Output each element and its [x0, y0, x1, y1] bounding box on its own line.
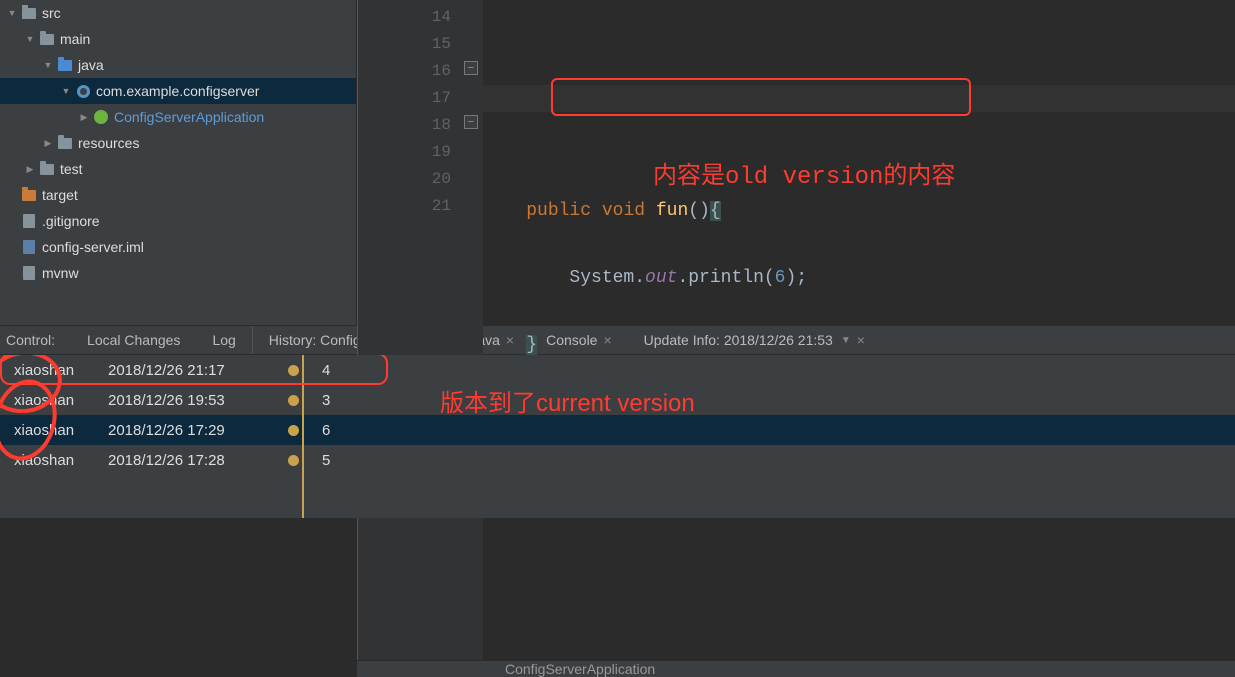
file-icon	[20, 265, 38, 281]
method-name: fun	[656, 201, 688, 221]
fold-toggle-icon[interactable]: −	[464, 115, 478, 129]
tree-item-class[interactable]: ConfigServerApplication	[0, 104, 356, 130]
keyword: void	[602, 201, 645, 221]
commit-date: 2018/12/26 21:17	[108, 362, 274, 379]
tab-log[interactable]: Log	[196, 326, 252, 354]
commit-date: 2018/12/26 17:28	[108, 452, 274, 469]
call-end: );	[785, 268, 807, 288]
commit-row[interactable]: xiaoshan 2018/12/26 19:53 3	[0, 385, 1235, 415]
commit-message: 4	[312, 362, 1235, 379]
parens: ()	[688, 201, 710, 221]
line-number: 20	[358, 166, 461, 193]
commit-node-icon	[288, 365, 299, 376]
tree-label: java	[78, 57, 104, 73]
editor-pane: 14 15 16 17 18 19 20 21 − − public void …	[357, 0, 1235, 325]
chevron-down-icon	[58, 86, 74, 96]
chevron-down-icon	[22, 34, 38, 44]
annotation-text: 内容是old version的内容	[653, 155, 955, 191]
module-file-icon	[20, 239, 38, 255]
brace: {	[710, 201, 721, 221]
keyword: public	[526, 201, 591, 221]
line-number: 16	[358, 58, 461, 85]
commit-row[interactable]: xiaoshan 2018/12/26 17:28 5	[0, 445, 1235, 475]
commit-node-icon	[288, 395, 299, 406]
commit-author: xiaoshan	[0, 392, 108, 409]
tree-label: src	[42, 5, 61, 21]
commit-author: xiaoshan	[0, 422, 108, 439]
chevron-down-icon	[40, 60, 56, 70]
chevron-down-icon	[4, 8, 20, 18]
tree-label: resources	[78, 135, 139, 151]
tree-item-main[interactable]: main	[0, 26, 356, 52]
line-number: 21	[358, 193, 461, 220]
excluded-folder-icon	[20, 187, 38, 203]
tree-item-target[interactable]: target	[0, 182, 356, 208]
commit-node-icon	[288, 455, 299, 466]
tree-label: config-server.iml	[42, 239, 144, 255]
tree-item-mvnw[interactable]: mvnw	[0, 260, 356, 286]
vcs-control-label: Control:	[0, 326, 71, 354]
resources-folder-icon	[56, 135, 74, 151]
commit-node-icon	[288, 425, 299, 436]
commit-message: 6	[312, 422, 1235, 439]
breadcrumb[interactable]: ConfigServerApplication	[357, 660, 1235, 677]
tab-local-changes[interactable]: Local Changes	[71, 326, 196, 354]
tree-item-test[interactable]: test	[0, 156, 356, 182]
file-icon	[20, 213, 38, 229]
vcs-log[interactable]: xiaoshan 2018/12/26 21:17 4 xiaoshan 201…	[0, 355, 1235, 518]
fold-toggle-icon[interactable]: −	[464, 61, 478, 75]
chevron-right-icon	[22, 164, 38, 175]
tree-label: test	[60, 161, 83, 177]
chevron-right-icon	[76, 112, 92, 123]
editor[interactable]: 14 15 16 17 18 19 20 21 − − public void …	[357, 0, 1235, 660]
commit-row[interactable]: xiaoshan 2018/12/26 21:17 4	[0, 355, 1235, 385]
commit-date: 2018/12/26 17:29	[108, 422, 274, 439]
line-number: 17	[358, 85, 461, 112]
tree-label: .gitignore	[42, 213, 100, 229]
tree-item-gitignore[interactable]: .gitignore	[0, 208, 356, 234]
brace: }	[526, 335, 537, 355]
tree-item-iml[interactable]: config-server.iml	[0, 234, 356, 260]
graph-line	[302, 355, 304, 518]
tree-label: com.example.configserver	[96, 83, 259, 99]
package-icon	[74, 83, 92, 99]
tree-item-package[interactable]: com.example.configserver	[0, 78, 356, 104]
number-literal: 6	[775, 268, 786, 288]
line-number: 15	[358, 31, 461, 58]
line-number: 18	[358, 112, 461, 139]
code-area[interactable]: public void fun(){ System.out.println(6)…	[483, 0, 1235, 660]
spring-boot-icon	[92, 109, 110, 125]
folder-icon	[38, 31, 56, 47]
method-call: .println(	[677, 268, 774, 288]
tree-label: target	[42, 187, 78, 203]
fold-gutter: − −	[461, 0, 483, 660]
chevron-right-icon	[40, 138, 56, 149]
tree-item-resources[interactable]: resources	[0, 130, 356, 156]
commit-message: 3	[312, 392, 1235, 409]
commit-date: 2018/12/26 19:53	[108, 392, 274, 409]
tree-label: mvnw	[42, 265, 79, 281]
folder-icon	[38, 161, 56, 177]
commit-row[interactable]: xiaoshan 2018/12/26 17:29 6	[0, 415, 1235, 445]
tree-item-java[interactable]: java	[0, 52, 356, 78]
commit-author: xiaoshan	[0, 362, 108, 379]
source-folder-icon	[56, 57, 74, 73]
line-number: 14	[358, 4, 461, 31]
project-tree[interactable]: src main java com.example.configserver C…	[0, 0, 357, 325]
commit-author: xiaoshan	[0, 452, 108, 469]
class-ref: System.	[569, 268, 645, 288]
folder-icon	[20, 5, 38, 21]
tree-label: main	[60, 31, 90, 47]
tree-item-src[interactable]: src	[0, 0, 356, 26]
line-number: 19	[358, 139, 461, 166]
line-gutter: 14 15 16 17 18 19 20 21	[357, 0, 461, 660]
commit-message: 5	[312, 452, 1235, 469]
tree-label: ConfigServerApplication	[114, 109, 264, 125]
field-ref: out	[645, 268, 677, 288]
breadcrumb-item[interactable]: ConfigServerApplication	[505, 661, 655, 677]
